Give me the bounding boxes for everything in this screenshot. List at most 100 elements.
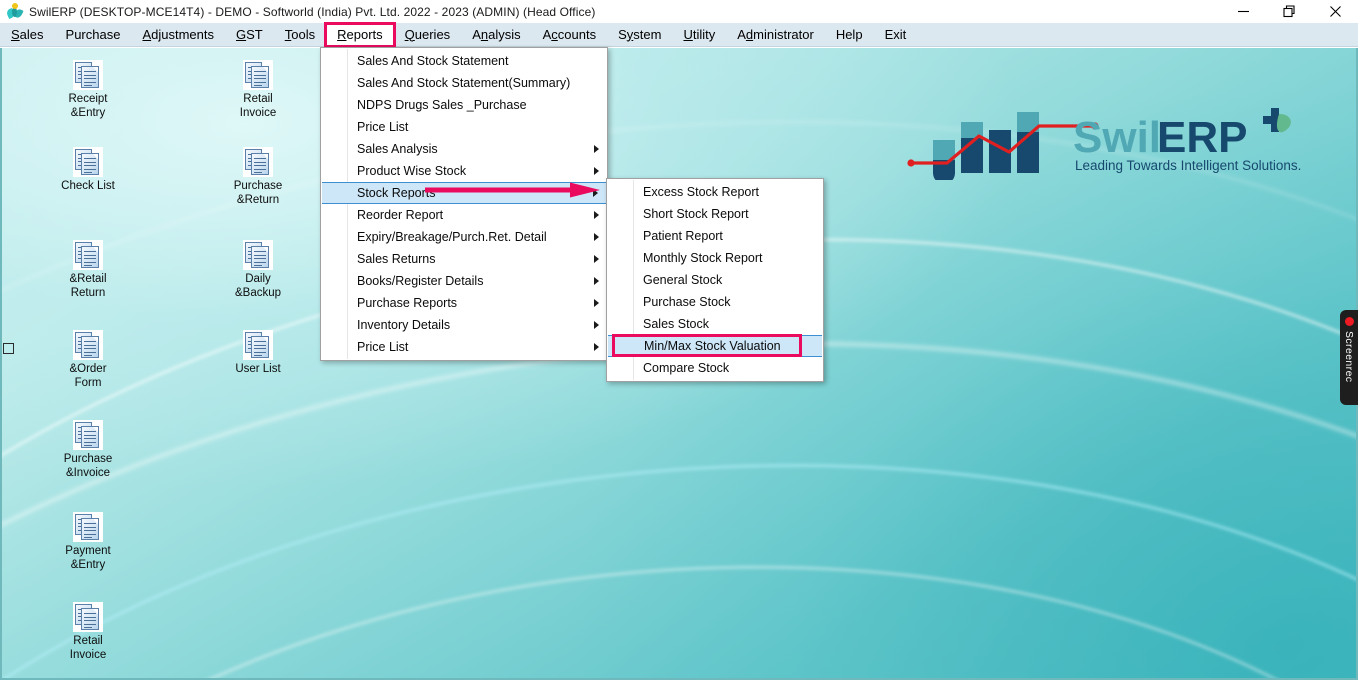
menubar-item-label: Utility <box>683 26 716 42</box>
stock-submenu-item-sales-stock[interactable]: Sales Stock <box>607 313 823 335</box>
submenu-arrow-icon <box>594 277 599 285</box>
restore-icon[interactable] <box>1266 0 1312 23</box>
menubar-item-exit[interactable]: Exit <box>874 24 918 46</box>
menubar-item-administrator[interactable]: Administrator <box>726 24 825 46</box>
menu-item-label: Reorder Report <box>357 208 444 222</box>
desktop-icon-purchaseinvoice[interactable]: Purchase &Invoice <box>40 420 136 480</box>
screenrec-recording-tab[interactable]: Screenrec <box>1340 310 1358 405</box>
reports-menu-item-expiry-breakage-purch-ret-detail[interactable]: Expiry/Breakage/Purch.Ret. Detail <box>321 226 607 248</box>
menu-item-label: Sales Stock <box>643 317 710 331</box>
close-icon[interactable] <box>1312 0 1358 23</box>
menubar-item-analysis[interactable]: Analysis <box>461 24 531 46</box>
reports-menu-item-sales-and-stock-statement[interactable]: Sales And Stock Statement <box>321 50 607 72</box>
stock-submenu-item-purchase-stock[interactable]: Purchase Stock <box>607 291 823 313</box>
desktop-icon-orderform[interactable]: &Order Form <box>40 330 136 390</box>
document-copy-icon <box>243 147 273 177</box>
reports-menu-item-price-list[interactable]: Price List <box>321 336 607 358</box>
desktop-icon-label: Payment &Entry <box>65 545 111 571</box>
reports-menu-item-ndps-drugs-sales-purchase[interactable]: NDPS Drugs Sales _Purchase <box>321 94 607 116</box>
swilerp-plant-icon <box>5 2 24 21</box>
menubar-item-queries[interactable]: Queries <box>394 24 462 46</box>
reports-dropdown-menu: Sales And Stock Statement Sales And Stock… <box>320 47 608 361</box>
submenu-arrow-icon <box>594 321 599 329</box>
record-dot-icon <box>1344 317 1354 326</box>
menubar-item-sales[interactable]: Sales <box>0 24 55 46</box>
desktop-icon-label: &Order Form <box>69 363 107 389</box>
menubar-item-label: Queries <box>404 26 451 42</box>
stock-submenu-item-patient-report[interactable]: Patient Report <box>607 225 823 247</box>
desktop-icon-retailinvoice[interactable]: Retail Invoice <box>40 602 136 662</box>
menu-item-label: Excess Stock Report <box>643 185 760 199</box>
desktop-icon-check-list[interactable]: Check List <box>40 147 136 194</box>
desktop-icon-retailreturn[interactable]: &Retail Return <box>40 240 136 300</box>
desktop-icon-label: Purchase &Return <box>233 180 283 206</box>
desktop-icon-label: Daily &Backup <box>234 273 282 299</box>
menubar-item-label: Purchase <box>65 26 121 42</box>
submenu-arrow-icon <box>594 167 599 175</box>
menu-item-label: Purchase Stock <box>643 295 731 309</box>
desktop-icon-label: Retail Invoice <box>239 93 277 119</box>
menu-item-label: Books/Register Details <box>357 274 484 288</box>
document-copy-icon <box>73 512 103 542</box>
document-copy-icon <box>73 420 103 450</box>
submenu-arrow-icon <box>594 343 599 351</box>
desktop-icon-label: &Retail Return <box>69 273 107 299</box>
stock-submenu-item-min-max-stock-valuation[interactable]: Min/Max Stock Valuation <box>608 335 822 357</box>
desktop-icon-label: Retail Invoice <box>69 635 107 661</box>
menu-item-label: General Stock <box>643 273 723 287</box>
reports-menu-item-reorder-report[interactable]: Reorder Report <box>321 204 607 226</box>
desktop-icon-user-list[interactable]: User List <box>210 330 306 377</box>
document-copy-icon <box>73 330 103 360</box>
menubar-item-label: System <box>618 26 662 42</box>
stock-submenu-item-monthly-stock-report[interactable]: Monthly Stock Report <box>607 247 823 269</box>
menu-item-label: Sales Analysis <box>357 142 438 156</box>
desktop-icon-retailinvoice[interactable]: Retail Invoice <box>210 60 306 120</box>
menubar-item-adjustments[interactable]: Adjustments <box>131 24 225 46</box>
submenu-arrow-icon <box>594 255 599 263</box>
reports-menu-item-price-list[interactable]: Price List <box>321 116 607 138</box>
stock-submenu-item-general-stock[interactable]: General Stock <box>607 269 823 291</box>
document-copy-icon <box>243 240 273 270</box>
stock-submenu-item-compare-stock[interactable]: Compare Stock <box>607 357 823 379</box>
menu-item-label: Monthly Stock Report <box>643 251 763 265</box>
menu-item-label: Sales Returns <box>357 252 436 266</box>
menubar-item-utility[interactable]: Utility <box>672 24 726 46</box>
menubar-item-gst[interactable]: GST <box>225 24 274 46</box>
desktop-icon-purchasereturn[interactable]: Purchase &Return <box>210 147 306 207</box>
reports-menu-item-product-wise-stock[interactable]: Product Wise Stock <box>321 160 607 182</box>
menubar-item-system[interactable]: System <box>607 24 672 46</box>
submenu-arrow-icon <box>594 233 599 241</box>
document-copy-icon <box>73 602 103 632</box>
minimize-icon[interactable] <box>1220 0 1266 23</box>
screenrec-label: Screenrec <box>1343 331 1355 383</box>
menubar-item-label: Exit <box>884 26 907 42</box>
document-copy-icon <box>73 147 103 177</box>
menu-item-label: Compare Stock <box>643 361 730 375</box>
menubar-item-accounts[interactable]: Accounts <box>532 24 607 46</box>
menubar-item-tools[interactable]: Tools <box>274 24 326 46</box>
background-arc <box>2 383 1356 678</box>
reports-menu-item-books-register-details[interactable]: Books/Register Details <box>321 270 607 292</box>
reports-menu-item-inventory-details[interactable]: Inventory Details <box>321 314 607 336</box>
reports-menu-item-sales-and-stock-statement-summary[interactable]: Sales And Stock Statement(Summary) <box>321 72 607 94</box>
reports-menu-item-sales-returns[interactable]: Sales Returns <box>321 248 607 270</box>
menu-item-label: Expiry/Breakage/Purch.Ret. Detail <box>357 230 547 244</box>
submenu-arrow-icon <box>594 211 599 219</box>
menubar-item-purchase[interactable]: Purchase <box>55 24 132 46</box>
desktop-icon-label: Receipt &Entry <box>68 93 108 119</box>
menubar-item-reports[interactable]: Reports <box>324 21 396 48</box>
reports-menu-item-sales-analysis[interactable]: Sales Analysis <box>321 138 607 160</box>
menubar-item-label: Accounts <box>542 26 597 42</box>
document-copy-icon <box>73 60 103 90</box>
desktop-icon-paymententry[interactable]: Payment &Entry <box>40 512 136 572</box>
reports-menu-item-purchase-reports[interactable]: Purchase Reports <box>321 292 607 314</box>
stock-submenu-item-excess-stock-report[interactable]: Excess Stock Report <box>607 181 823 203</box>
menubar-item-help[interactable]: Help <box>825 24 874 46</box>
stock-submenu-item-short-stock-report[interactable]: Short Stock Report <box>607 203 823 225</box>
red-right-arrow-icon <box>425 182 600 198</box>
desktop-icon-dailybackup[interactable]: Daily &Backup <box>210 240 306 300</box>
desktop-icon-receiptentry[interactable]: Receipt &Entry <box>40 60 136 120</box>
stock-reports-submenu: Excess Stock Report Short Stock Report Pat… <box>606 178 824 382</box>
menubar-item-label: Tools <box>284 26 316 42</box>
menu-item-label: Price List <box>357 340 409 354</box>
